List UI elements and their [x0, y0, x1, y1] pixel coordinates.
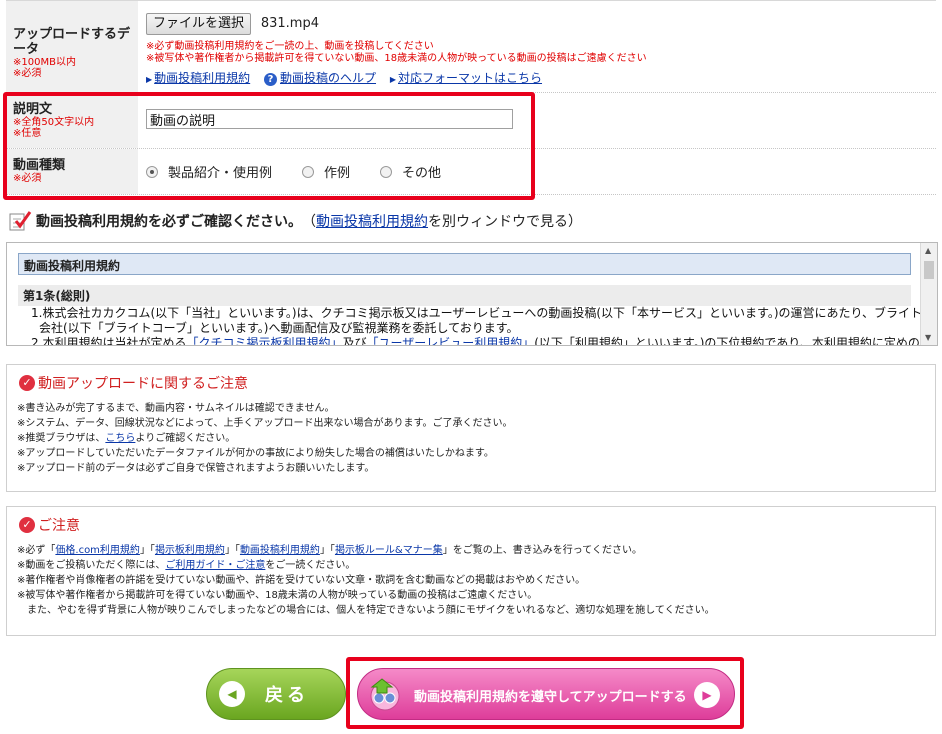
scroll-thumb[interactable]: [924, 261, 934, 279]
video-terms-link[interactable]: 動画投稿利用規約: [240, 545, 320, 556]
terms-heading-open: （: [302, 214, 316, 230]
upload-warning-1: ※必ず動画投稿利用規約をご一読の上、動画を投稿してください: [146, 41, 434, 52]
terms-heading-bold: 動画投稿利用規約を必ずご確認ください。: [36, 214, 302, 230]
caution-title-text: ご注意: [38, 518, 80, 534]
kakaku-terms-link[interactable]: 価格.com利用規約: [55, 545, 140, 556]
browser-note-a: ※推奨ブラウザは、: [17, 433, 106, 444]
triangle-right-icon: ▶: [389, 75, 396, 84]
terms-box-title: 動画投稿利用規約: [18, 253, 911, 275]
choose-file-button[interactable]: ファイルを選択: [146, 13, 252, 35]
upload-notice-line-1: ※書き込みが完了するまで、動画内容・サムネイルは確認できません。: [17, 403, 335, 414]
browser-note-b: よりご確認ください。: [135, 433, 236, 444]
caution-line-5: また、やむを得ず背景に人物が映りこんでしまったなどの場合には、個人を特定できない…: [17, 605, 715, 616]
article-p2: 2.本利用規約は当社が定める「クチコミ掲示板利用規約」及び「ユーザーレビュー利用…: [31, 336, 937, 346]
upload-warning-2: ※被写体や著作権者から掲載許可を得ていない動画、18歳未満の人物が映っている動画…: [146, 53, 647, 64]
triangle-right-icon: ▶: [146, 75, 153, 84]
check-icon: ✓: [19, 517, 35, 533]
back-button[interactable]: ◀ 戻る: [206, 668, 346, 720]
upload-size-note: ※100MB以内: [13, 57, 76, 68]
upload-notice-title-text: 動画アップロードに関するご注意: [38, 376, 248, 392]
caution-line-3: ※著作権者や肖像権者の許諾を受けていない動画や、許諾を受けていない文章・歌詞を含…: [17, 575, 586, 586]
help-icon: ?: [264, 73, 277, 86]
scroll-down-icon[interactable]: ▼: [925, 333, 931, 342]
terms-window-link[interactable]: 動画投稿利用規約: [316, 211, 428, 231]
article-title: 第1条(総則): [18, 285, 911, 306]
formats-link[interactable]: 対応フォーマットはこちら: [398, 71, 542, 85]
upload-notice-box: ✓ 動画アップロードに関するご注意 ※書き込みが完了するまで、動画内容・サムネイ…: [6, 364, 936, 492]
caution-line-1: ※必ず「価格.com利用規約」「掲示板利用規約」「動画投稿利用規約」「掲示板ルー…: [17, 543, 925, 558]
upload-required-note: ※必須: [13, 68, 42, 79]
article-p2-mid: 及び: [342, 336, 367, 346]
upload-notice-line-4: ※アップロードしていただいたデータファイルが何かの事故により紛失した場合の補償は…: [17, 448, 494, 459]
back-button-label: 戻る: [265, 685, 309, 706]
browser-link[interactable]: こちら: [105, 433, 135, 444]
article-p1b: 会社(以下「ブライトコーブ」といいます。)へ動画配信及び監視業務を委託しておりま…: [39, 321, 519, 335]
terms-scroll-box[interactable]: 動画投稿利用規約 第1条(総則) 1.株式会社カカクコム(以下「当社」といいます…: [6, 242, 938, 346]
caution-l2-b: をご一読ください。: [265, 560, 356, 571]
caution-l1-b: 」をご覧の上、書き込みを行ってください。: [442, 545, 642, 556]
file-name: 831.mp4: [260, 16, 319, 31]
scroll-up-icon[interactable]: ▲: [925, 246, 931, 255]
terms-heading-rest: を別ウィンドウで見る）: [428, 214, 582, 230]
upload-links: ▶ 動画投稿利用規約 ? 動画投稿のヘルプ ▶ 対応フォーマットはこちら: [146, 69, 928, 86]
bbs-terms-link[interactable]: 「クチコミ掲示板利用規約」: [186, 336, 342, 345]
highlight-box-upload-button: [346, 657, 744, 729]
caution-l1-s1: 」「: [139, 545, 155, 556]
arrow-left-icon: ◀: [219, 681, 245, 707]
caution-line-2: ※動画をご投稿いただく際には、ご利用ガイド・ご注意をご一読ください。: [17, 558, 925, 573]
upload-notice-title: ✓ 動画アップロードに関するご注意: [19, 373, 925, 393]
terms-scrollbar[interactable]: ▲ ▼: [920, 243, 937, 345]
checklist-icon: [9, 211, 32, 231]
upload-notice-line-2: ※システム、データ、回線状況などによって、上手くアップロード出来ない場合がありま…: [17, 418, 513, 429]
caution-l1-s2: 」「: [224, 545, 240, 556]
upload-row: アップロードするデータ ※100MB以内 ※必須 ファイルを選択 831.mp4…: [6, 1, 936, 93]
bbs-rules-link[interactable]: 掲示板利用規約: [155, 545, 225, 556]
caution-l1-s3: 」「: [319, 545, 335, 556]
terms-link[interactable]: 動画投稿利用規約: [154, 71, 250, 85]
upload-header: アップロードするデータ ※100MB以内 ※必須: [6, 1, 138, 92]
help-link[interactable]: 動画投稿のヘルプ: [280, 71, 376, 85]
caution-l1-a: ※必ず「: [17, 545, 56, 556]
manners-link[interactable]: 掲示板ルール&マナー集: [335, 545, 443, 556]
upload-label: アップロードするデータ: [13, 27, 131, 57]
article-p2b: (以下「利用規約」といいます。)の下位規約であり、本利用規約に定めのない事項: [534, 336, 938, 346]
upload-cell: ファイルを選択 831.mp4 ※必ず動画投稿利用規約をご一読の上、動画を投稿し…: [138, 1, 936, 92]
caution-box: ✓ ご注意 ※必ず「価格.com利用規約」「掲示板利用規約」「動画投稿利用規約」…: [6, 506, 936, 636]
article-p1a: 1.株式会社カカクコム(以下「当社」といいます。)は、クチコミ掲示板又はユーザー…: [31, 306, 938, 320]
caution-title: ✓ ご注意: [19, 515, 925, 535]
highlight-box-fields: [3, 92, 535, 200]
upload-notice-line-3: ※推奨ブラウザは、こちらよりご確認ください。: [17, 431, 925, 446]
article-text: 1.株式会社カカクコム(以下「当社」といいます。)は、クチコミ掲示板又はユーザー…: [31, 306, 938, 346]
review-terms-link[interactable]: 「ユーザーレビュー利用規約」: [366, 336, 534, 345]
guide-link[interactable]: ご利用ガイド・ご注意: [165, 560, 265, 571]
caution-line-4: ※被写体や著作権者から掲載許可を得ていない動画や、18歳未満の人物が映っている動…: [17, 590, 538, 601]
caution-l2-a: ※動画をご投稿いただく際には、: [17, 560, 166, 571]
check-icon: ✓: [19, 375, 35, 391]
article-p2a: 2.本利用規約は当社が定める: [31, 336, 187, 346]
upload-notice-line-5: ※アップロード前のデータは必ずご自身で保管されますようお願いいたします。: [17, 463, 375, 474]
terms-heading: 動画投稿利用規約を必ずご確認ください。 （ 動画投稿利用規約 を別ウィンドウで見…: [8, 210, 928, 232]
